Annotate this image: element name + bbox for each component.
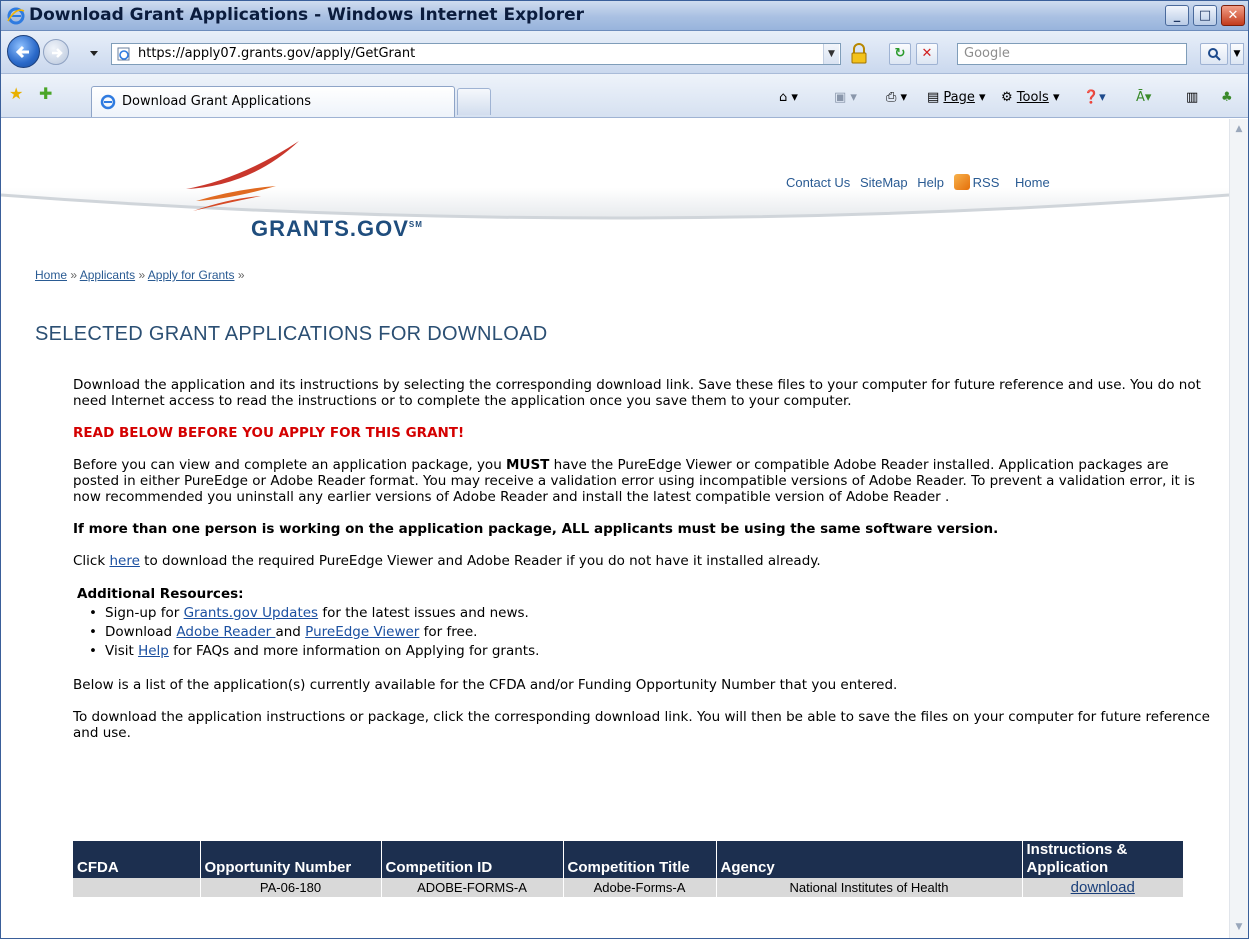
same-version-notice: If more than one person is working on th… [73,521,999,537]
tab-label: Download Grant Applications [122,94,312,109]
tools-menu[interactable]: ⚙ Tools ▾ [1001,90,1060,105]
here-link[interactable]: here [109,553,139,569]
breadcrumb-applicants[interactable]: Applicants [80,268,135,282]
site-header: GRANTS.GOVSM Contact Us SiteMap Help RSS… [1,119,1229,245]
toolbar-extra-icon[interactable]: ▥ [1186,90,1198,105]
url-dropdown-button[interactable]: ▼ [823,44,839,64]
url-text: https://apply07.grants.gov/apply/GetGran… [138,46,416,61]
pureedge-viewer-link[interactable]: PureEdge Viewer [305,624,419,640]
history-dropdown-icon[interactable] [89,50,99,58]
messenger-icon[interactable]: ♣ [1221,90,1233,105]
help-icon[interactable]: ❓▾ [1083,90,1106,105]
help-link[interactable]: Help [917,175,944,190]
address-toolbar: https://apply07.grants.gov/apply/GetGran… [1,31,1248,74]
search-options-button[interactable]: ▼ [1230,43,1244,65]
cell-competition-id: ADOBE-FORMS-A [380,878,563,897]
forward-arrow-icon [52,48,63,58]
home-link[interactable]: Home [1015,175,1050,190]
refresh-button[interactable]: ↻ [889,43,911,65]
list-item: Visit Help for FAQs and more information… [89,642,1213,661]
home-icon[interactable]: ⌂ ▾ [779,90,798,105]
title-bar: Download Grant Applications - Windows In… [1,1,1248,31]
contact-us-link[interactable]: Contact Us [786,175,850,190]
window-title: Download Grant Applications - Windows In… [29,5,585,25]
forward-button[interactable] [43,39,69,65]
cell-cfda [73,878,200,897]
header-links: Contact Us SiteMap Help RSS Home [786,174,1056,190]
research-icon[interactable]: Ā▾ [1136,90,1151,105]
resources-list: Sign-up for Grants.gov Updates for the l… [89,604,1213,661]
tab-command-bar: ★ ✚ Download Grant Applications ⌂ ▾ ▣ ▾ … [1,74,1248,118]
close-button[interactable]: ✕ [1221,5,1245,26]
print-icon[interactable]: ⎙ ▾ [886,90,907,105]
col-opportunity-number: Opportunity Number [199,841,381,878]
feeds-icon[interactable]: ▣ ▾ [834,90,857,105]
warning-text: READ BELOW BEFORE YOU APPLY FOR THIS GRA… [73,425,465,441]
main-content: Download the application and its instruc… [73,377,1213,757]
breadcrumb: Home » Applicants » Apply for Grants » [35,268,245,282]
sitemap-link[interactable]: SiteMap [860,175,908,190]
vertical-scrollbar[interactable]: ▲ ▼ [1229,119,1248,938]
col-instructions-application: Instructions & Application [1021,841,1183,878]
stop-button[interactable]: ✕ [916,43,938,65]
page-title: SELECTED GRANT APPLICATIONS FOR DOWNLOAD [35,323,548,345]
grants-gov-updates-link[interactable]: Grants.gov Updates [184,605,319,621]
back-arrow-icon [15,45,29,59]
search-input[interactable]: Google [957,43,1187,65]
rss-icon [953,174,970,190]
tab-download-grant-applications[interactable]: Download Grant Applications [91,86,455,117]
breadcrumb-home[interactable]: Home [35,268,67,282]
scroll-down-icon[interactable]: ▼ [1231,919,1247,936]
resources-heading: Additional Resources: [77,586,244,602]
back-button[interactable] [7,35,40,68]
grants-gov-logo-icon [186,141,299,211]
grant-applications-table: CFDA Opportunity Number Competition ID C… [73,841,1183,897]
page-icon [117,47,130,61]
ie-logo-icon [7,7,25,25]
adobe-reader-link[interactable]: Adobe Reader [176,624,275,640]
ie-tab-icon [100,94,116,110]
url-input[interactable]: https://apply07.grants.gov/apply/GetGran… [111,43,841,65]
page-viewport: GRANTS.GOVSM Contact Us SiteMap Help RSS… [1,119,1229,938]
list-item: Sign-up for Grants.gov Updates for the l… [89,604,1213,623]
col-agency: Agency [715,841,1022,878]
col-competition-title: Competition Title [562,841,716,878]
cell-opportunity-number: PA-06-180 [199,878,381,897]
requirements-text: Before you can view and complete an appl… [73,457,1195,505]
col-competition-id: Competition ID [380,841,563,878]
table-row: PA-06-180 ADOBE-FORMS-A Adobe-Forms-A Na… [73,878,1183,897]
rss-link[interactable]: RSS [953,174,1006,190]
help-resource-link[interactable]: Help [138,643,169,659]
logo-text: GRANTS.GOVSM [251,216,423,241]
intro-text: Download the application and its instruc… [73,377,1201,409]
lock-icon[interactable] [849,43,869,65]
download-link[interactable]: download [1071,879,1135,896]
table-header-row: CFDA Opportunity Number Competition ID C… [73,841,1183,878]
breadcrumb-apply-for-grants[interactable]: Apply for Grants [148,268,235,282]
search-button[interactable] [1200,43,1228,65]
col-cfda: CFDA [73,841,200,878]
cell-agency: National Institutes of Health [715,878,1022,897]
additional-resources: Additional Resources: Sign-up for Grants… [77,585,1213,661]
browser-window: Download Grant Applications - Windows In… [0,0,1249,939]
scroll-up-icon[interactable]: ▲ [1231,121,1247,138]
new-tab-button[interactable] [457,88,491,115]
download-note: To download the application instructions… [73,709,1210,741]
minimize-button[interactable]: _ [1165,5,1189,26]
add-favorite-icon[interactable]: ✚ [39,84,52,103]
magnifier-icon [1208,48,1221,61]
favorites-star-icon[interactable]: ★ [9,84,23,103]
cell-competition-title: Adobe-Forms-A [562,878,716,897]
maximize-button[interactable]: □ [1193,5,1217,26]
list-item: Download Adobe Reader and PureEdge Viewe… [89,623,1213,642]
click-here-text: Click here to download the required Pure… [73,553,821,569]
cell-download: download [1021,878,1183,897]
list-note: Below is a list of the application(s) cu… [73,677,898,693]
page-menu[interactable]: ▤ Page ▾ [927,90,986,105]
